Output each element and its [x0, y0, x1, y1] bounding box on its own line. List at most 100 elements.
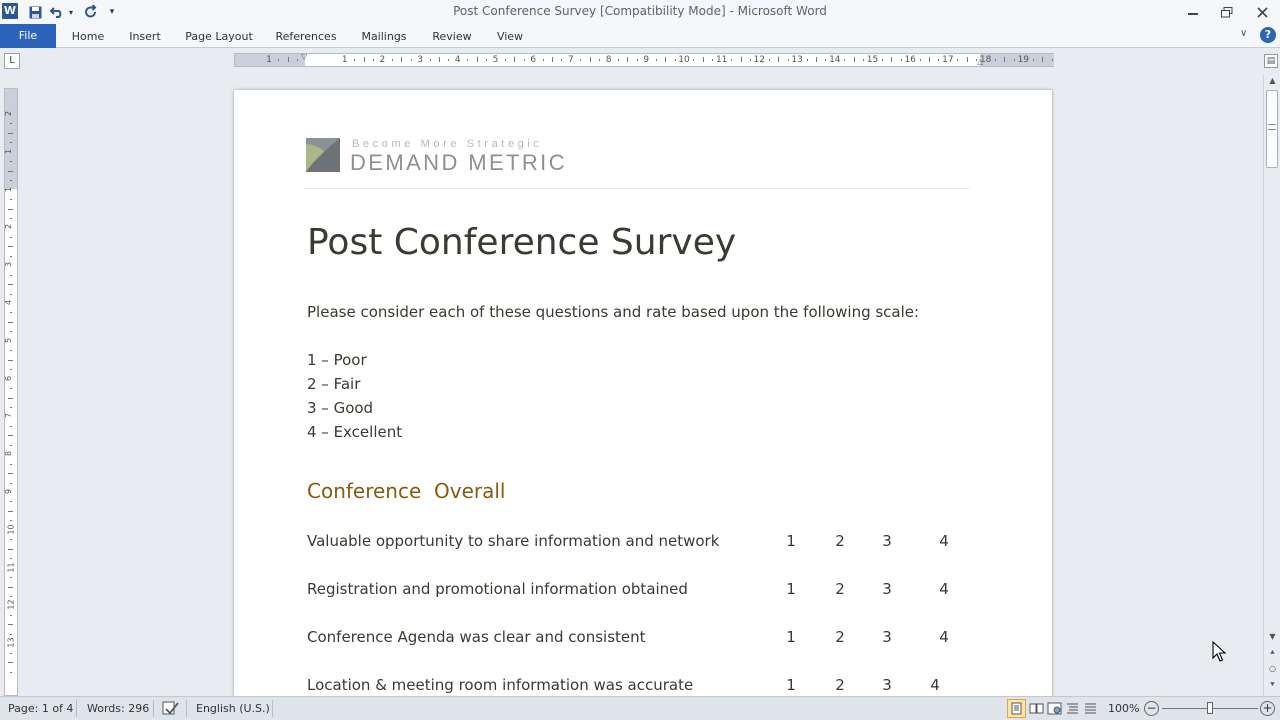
page-count[interactable]: Page: 1 of 4	[8, 702, 73, 715]
ruler-number: 18	[979, 55, 992, 65]
ribbon-collapse-icon[interactable]: ∨	[1240, 28, 1247, 39]
horizontal-ruler[interactable]: ▽ △ 1 1 2 3 4 5 6 7 8 9 10 11 12 13 14 15 16 17 18 19	[234, 52, 1054, 67]
rating-option[interactable]: 4	[937, 532, 951, 550]
ruler-tick	[693, 59, 695, 61]
ruler-tick	[10, 652, 12, 654]
ruler-tick	[504, 59, 506, 61]
ruler-tick	[8, 132, 13, 134]
previous-page-icon[interactable]: ⯅	[1264, 646, 1280, 660]
ruler-tick	[976, 59, 978, 61]
zoom-slider-thumb[interactable]	[1207, 702, 1213, 714]
ruler-tick	[8, 510, 13, 512]
ruler-tick	[10, 180, 12, 182]
tab-home[interactable]: Home	[64, 26, 112, 48]
print-layout-icon[interactable]	[1007, 699, 1026, 718]
scroll-down-icon[interactable]: ▼	[1264, 630, 1280, 644]
ruler-tick	[938, 59, 940, 61]
outline-view-icon[interactable]	[1064, 700, 1081, 720]
ruler-tick	[297, 59, 299, 61]
ruler-number: 11	[715, 55, 728, 65]
ruler-tick	[8, 586, 13, 588]
ruler-tick	[10, 312, 12, 314]
rating-option[interactable]: 3	[880, 532, 894, 550]
intro-paragraph[interactable]: Please consider each of these questions …	[307, 303, 919, 321]
ruler-tick	[278, 59, 280, 61]
rating-option[interactable]: 1	[784, 580, 798, 598]
tab-file[interactable]: File	[0, 24, 56, 48]
help-icon[interactable]: ?	[1260, 27, 1276, 43]
rating-option[interactable]: 3	[880, 580, 894, 598]
ruler-tick	[702, 57, 704, 62]
ruler-tick	[1042, 57, 1044, 62]
zoom-out-icon[interactable]: −	[1144, 701, 1159, 716]
draft-view-icon[interactable]	[1082, 700, 1099, 720]
rating-option[interactable]: 4	[937, 580, 951, 598]
scale-item[interactable]: 2 – Fair	[307, 375, 360, 393]
question-text[interactable]: Location & meeting room information was …	[307, 676, 693, 694]
scale-item[interactable]: 4 – Excellent	[307, 423, 402, 441]
question-text[interactable]: Registration and promotional information…	[307, 580, 688, 598]
ruler-tick	[731, 59, 733, 61]
tab-mailings[interactable]: Mailings	[352, 26, 416, 48]
tab-view[interactable]: View	[488, 26, 532, 48]
ruler-number: 5	[492, 55, 499, 65]
rating-option[interactable]: 3	[880, 628, 894, 646]
rating-option[interactable]: 1	[784, 628, 798, 646]
ruler-tick	[10, 444, 12, 446]
rating-option[interactable]: 2	[833, 532, 847, 550]
full-screen-reading-icon[interactable]	[1028, 700, 1045, 720]
vertical-ruler[interactable]: 2 1 1 2 3 4 5 6 7 8 9 10 11 12 13	[4, 88, 18, 696]
scroll-up-icon[interactable]: ▲	[1264, 74, 1280, 88]
ruler-number: 7	[568, 55, 574, 65]
minimize-icon[interactable]	[1178, 2, 1208, 22]
ruler-tick	[287, 57, 289, 62]
rating-option[interactable]: 2	[833, 580, 847, 598]
ruler-tick	[8, 321, 13, 323]
document-title[interactable]: Post Conference Survey	[307, 222, 736, 263]
proofing-icon[interactable]	[162, 700, 180, 719]
language-indicator[interactable]: English (U.S.)	[196, 702, 270, 715]
restore-icon[interactable]	[1212, 2, 1242, 22]
ruler-tick	[10, 539, 12, 541]
zoom-in-icon[interactable]: +	[1260, 701, 1275, 716]
select-browse-object-icon[interactable]: ○	[1264, 662, 1280, 676]
tab-insert[interactable]: Insert	[120, 26, 170, 48]
rating-option[interactable]: 2	[833, 628, 847, 646]
question-text[interactable]: Conference Agenda was clear and consiste…	[307, 628, 646, 646]
tab-selector[interactable]: L	[4, 53, 20, 69]
ruler-tick	[552, 57, 554, 62]
web-layout-icon[interactable]	[1046, 700, 1063, 720]
ruler-tick	[1013, 59, 1015, 61]
logo-tagline: Become More Strategic	[352, 138, 543, 150]
zoom-level[interactable]: 100%	[1108, 702, 1139, 715]
next-page-icon[interactable]: ⯆	[1264, 678, 1280, 692]
tab-review[interactable]: Review	[424, 26, 480, 48]
tab-references[interactable]: References	[268, 26, 344, 48]
close-icon[interactable]	[1247, 2, 1277, 22]
view-ruler-icon[interactable]: ▤	[1264, 54, 1278, 68]
rating-option[interactable]: 4	[928, 676, 942, 694]
word-count[interactable]: Words: 296	[87, 702, 149, 715]
rating-option[interactable]: 1	[784, 532, 798, 550]
scale-item[interactable]: 1 – Poor	[307, 351, 367, 369]
vertical-scrollbar[interactable]: ▲ ▼ ⯅ ○ ⯆	[1263, 74, 1280, 696]
document-page[interactable]: Become More Strategic DEMAND METRIC Post…	[234, 90, 1052, 710]
scale-item[interactable]: 3 – Good	[307, 399, 373, 417]
question-text[interactable]: Valuable opportunity to share informatio…	[307, 532, 719, 550]
ruler-tick	[10, 388, 12, 390]
rating-option[interactable]: 1	[784, 676, 798, 694]
tab-page-layout[interactable]: Page Layout	[178, 26, 260, 48]
table-row: Registration and promotional information…	[307, 580, 987, 602]
ruler-indent-marker[interactable]: ▽	[301, 52, 307, 61]
ruler-tick	[8, 662, 13, 664]
scroll-thumb[interactable]	[1266, 90, 1278, 168]
ruler-tick	[1051, 59, 1053, 61]
rating-option[interactable]: 4	[937, 628, 951, 646]
rating-option[interactable]: 3	[880, 676, 894, 694]
ruler-number: 8	[605, 55, 612, 65]
ruler-tick	[599, 59, 601, 61]
ruler-tick	[665, 57, 667, 62]
section-heading[interactable]: Conference Overall	[307, 479, 505, 503]
ruler-tick	[806, 59, 808, 61]
rating-option[interactable]: 2	[833, 676, 847, 694]
